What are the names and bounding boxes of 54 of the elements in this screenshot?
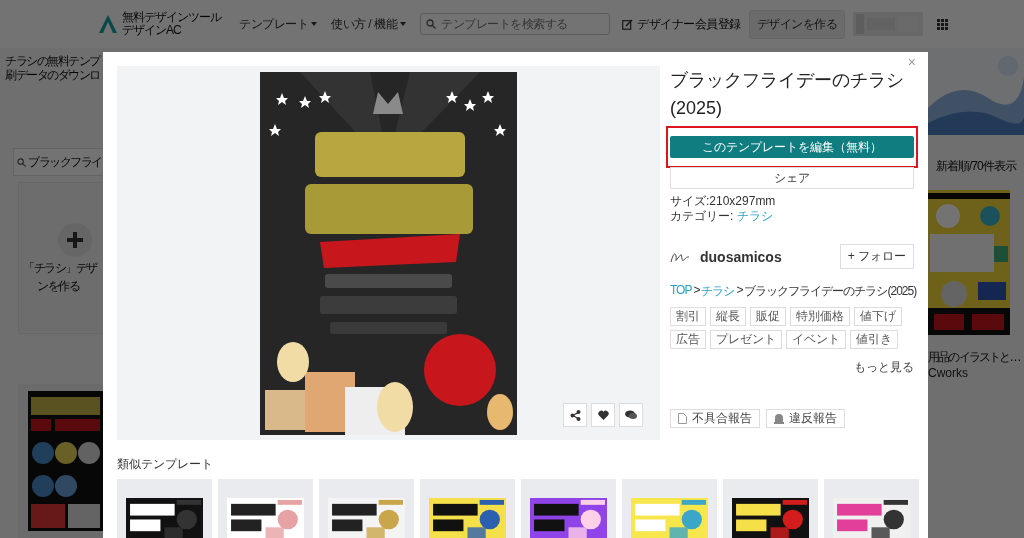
thumbnail-card[interactable] [824, 479, 919, 538]
tag-chip[interactable]: 販促 [750, 307, 786, 326]
report-button[interactable]: 不具合報告 [670, 409, 760, 428]
section-heading: 類似テンプレート [117, 456, 214, 473]
caret-icon [311, 22, 317, 26]
apps-menu-icon[interactable] [937, 18, 948, 30]
logo-text: 無料デザインツール [122, 11, 221, 24]
tag-chip[interactable]: 割引 [670, 307, 706, 326]
share-button[interactable]: シェア [670, 167, 914, 189]
caret-icon [400, 22, 406, 26]
follow-button[interactable]: + フォロー [839, 244, 914, 269]
breadcrumb-separator: > [693, 283, 700, 299]
thumbnail-card[interactable] [319, 479, 414, 538]
search-icon [426, 19, 436, 29]
thumbnail-card[interactable] [723, 479, 818, 538]
edit-icon [622, 18, 633, 30]
edit-template-button[interactable]: このテンプレートを編集（無料） [670, 136, 914, 158]
thumbnail-card[interactable] [622, 479, 717, 538]
plus-icon [58, 223, 92, 257]
category-label: カテゴリー: [670, 209, 734, 223]
breadcrumb-separator: > [736, 283, 743, 299]
template-title[interactable]: 用品のイラストと… [928, 349, 1024, 366]
thumbnail-card[interactable] [521, 479, 616, 538]
thumbnail-card[interactable] [218, 479, 313, 538]
thumbnail-card[interactable] [117, 479, 212, 538]
tag-chip[interactable]: 広告 [670, 330, 706, 349]
tag-chip[interactable]: 値引き [850, 330, 898, 349]
document-icon [678, 413, 687, 424]
intro-text: 刷データのダウンロ [5, 68, 101, 82]
author-name: Cworks [928, 366, 969, 380]
intro-text: チラシの無料テンプ [5, 54, 102, 68]
create-design-label: ンを作る [37, 279, 79, 293]
author-name[interactable]: duosamicos [700, 248, 830, 265]
sort-dropdown[interactable]: 新着順/70件表示 [928, 157, 1024, 176]
comment-icon[interactable] [619, 403, 643, 427]
nav-menu[interactable]: 使い方 / 機能 [331, 15, 406, 33]
bell-icon [774, 413, 784, 424]
logo-text: デザインAC [122, 24, 182, 37]
tag-chip[interactable]: 特別価格 [790, 307, 850, 326]
report-button[interactable]: 違反報告 [766, 409, 845, 428]
tag-chip[interactable]: 値下げ [854, 307, 902, 326]
nav-menu[interactable]: テンプレート [239, 15, 317, 33]
tag-chip[interactable]: イベント [786, 330, 846, 349]
search-icon [17, 157, 26, 167]
share-icon[interactable] [563, 403, 587, 427]
thumbnail-card[interactable] [420, 479, 515, 538]
create-design-label: 「チラシ」デザ [23, 261, 97, 275]
template-title: ブラックフライデーのチラシ(2025) [670, 69, 905, 120]
tag-chip[interactable]: プレゼント [710, 330, 782, 349]
more-link[interactable]: もっと見る [854, 359, 914, 376]
tag-chip[interactable]: 縦長 [710, 307, 746, 326]
size-text: サイズ:210x297mm [670, 194, 777, 209]
register-link[interactable]: デザイナー会員登録 [637, 15, 741, 33]
breadcrumb-current: ブラックフライデーのチラシ(2025) [744, 283, 917, 300]
